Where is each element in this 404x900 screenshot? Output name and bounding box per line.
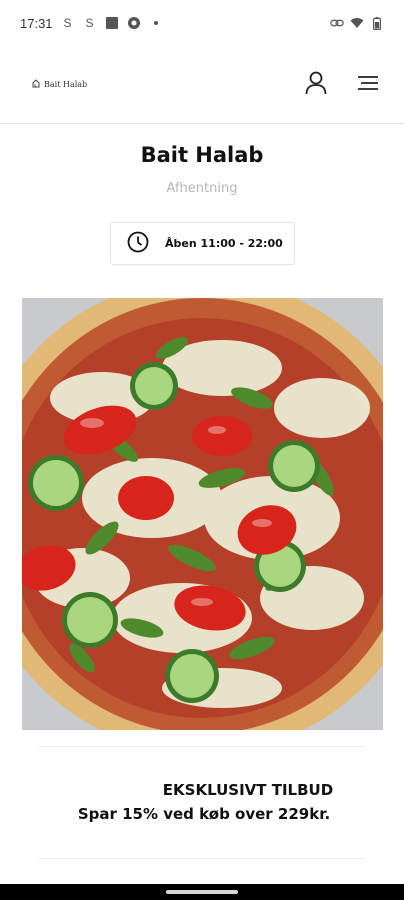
hero-image [22,298,383,730]
status-left: 17:31 S S [20,16,163,31]
status-time: 17:31 [20,15,53,31]
status-right [330,16,384,30]
pizza-image [22,298,383,730]
home-indicator[interactable] [166,890,238,894]
app-header: Bait Halab [0,46,404,124]
square-app-icon [105,16,119,30]
settings-icon [127,16,141,30]
header-actions [302,71,382,99]
clock-icon [127,231,149,257]
navigation-bar [0,884,404,900]
divider-top [38,746,366,747]
menu-icon [357,75,379,95]
status-bar: 17:31 S S [0,0,404,46]
order-type[interactable]: Afhentning [0,181,404,196]
user-icon [305,71,327,99]
link-icon [330,16,344,30]
restaurant-name: Bait Halab [140,143,264,167]
opening-hours[interactable]: Åben 11:00 - 22:00 [110,222,295,265]
offer-text: Spar 15% ved køb over 229kr. [77,805,331,823]
opening-hours-text: Åben 11:00 - 22:00 [165,237,283,250]
wifi-icon [350,16,364,30]
battery-icon [370,16,384,30]
divider-bottom [38,858,366,859]
logo-icon [32,79,40,90]
s-app-icon: S [85,16,94,30]
logo-text: Bait Halab [44,80,88,89]
logo[interactable]: Bait Halab [32,79,87,90]
s-app-icon: S [63,16,72,30]
menu-button[interactable] [354,71,382,99]
account-button[interactable] [302,71,330,99]
dot-icon [149,16,163,30]
offer-title: EKSKLUSIVT TILBUD [162,781,334,799]
